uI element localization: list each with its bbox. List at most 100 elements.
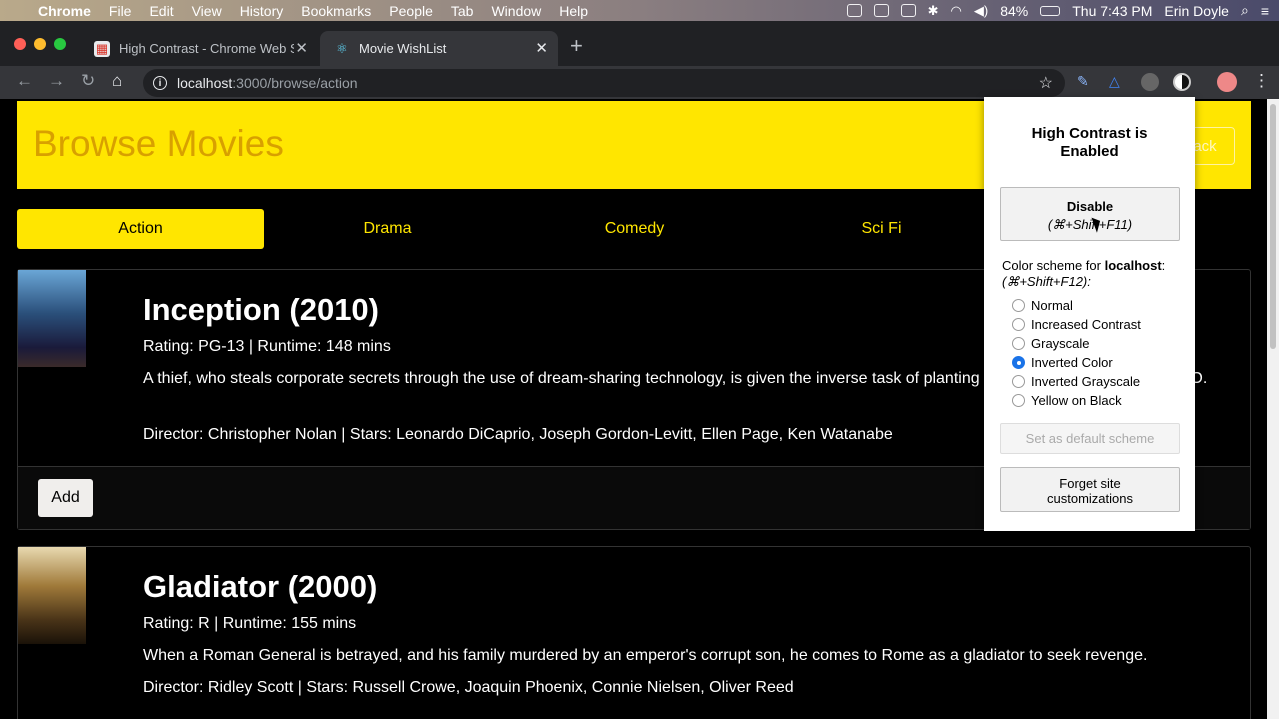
movie-title: Gladiator (2000) [143,569,378,604]
radio-label: Inverted Color [1031,355,1113,370]
radio-circle[interactable] [1012,318,1025,331]
tab-action[interactable]: Action [17,209,264,249]
menu-help[interactable]: Help [559,3,588,19]
high-contrast-popup: High Contrast is Enabled Disable (⌘+Shif… [984,97,1195,531]
scheme-shortcut: (⌘+Shift+F12): [1002,274,1091,289]
tray-display-icon[interactable] [900,4,916,17]
back-arrow-icon[interactable]: ← [16,71,33,91]
page-scrollbar[interactable] [1267,99,1279,719]
scheme-host: localhost [1104,258,1162,273]
menu-edit[interactable]: Edit [149,3,173,19]
set-default-scheme-button[interactable]: Set as default scheme [1000,423,1180,454]
react-icon: ⚛ [336,40,348,56]
radio-label: Inverted Grayscale [1031,374,1141,389]
radio-grayscale[interactable]: Grayscale [1012,336,1090,351]
tab-chrome-web-store[interactable]: ▦ High Contrast - Chrome Web S ✕ [80,31,318,66]
address-bar[interactable]: i localhost:3000/browse/action ☆ [143,69,1065,97]
movie-title: Inception (2010) [143,292,379,327]
minimize-window-button[interactable] [34,38,46,50]
add-button[interactable]: Add [38,479,93,517]
reload-icon[interactable]: ↻ [81,71,95,91]
menu-view[interactable]: View [192,3,222,19]
forget-customizations-button[interactable]: Forget site customizations [1000,467,1180,512]
disable-label: Disable [1066,199,1114,214]
radio-circle[interactable] [1012,394,1025,407]
url-host: localhost [177,75,233,91]
radio-label: Yellow on Black [1031,393,1122,408]
bluetooth-icon[interactable]: ✱ [928,3,939,19]
radio-increased-contrast[interactable]: Increased Contrast [1012,317,1141,332]
movie-poster-inception [18,270,86,367]
notification-center-icon[interactable]: ≡ [1261,3,1269,19]
clock[interactable]: Thu 7:43 PM [1072,3,1152,19]
radio-circle[interactable] [1012,337,1025,350]
tab-sci-fi[interactable]: Sci Fi [758,209,1005,249]
menu-bookmarks[interactable]: Bookmarks [301,3,371,19]
chrome-menu-icon[interactable]: ⋮ [1253,71,1270,91]
movie-card: Gladiator (2000) Rating: R | Runtime: 15… [17,546,1251,719]
browser-tab-strip: ▦ High Contrast - Chrome Web S ✕ ⚛ Movie… [0,21,1279,66]
disable-button[interactable]: Disable (⌘+Shift+F11) [1000,187,1180,241]
eyedropper-extension-icon[interactable]: ✎ [1077,73,1095,91]
new-tab-button[interactable]: + [570,33,583,59]
popup-title: High Contrast is Enabled [1031,125,1148,160]
scheme-label-suffix: : [1161,258,1166,273]
radio-inverted-color[interactable]: Inverted Color [1012,355,1113,370]
tab-title: High Contrast - Chrome Web S [119,41,294,56]
radio-label: Increased Contrast [1031,317,1141,332]
zoom-window-button[interactable] [54,38,66,50]
wifi-icon[interactable]: ◠ [951,3,962,19]
site-info-icon[interactable]: i [153,76,167,90]
movie-poster-gladiator [18,547,86,644]
movie-description: When a Roman General is betrayed, and hi… [143,647,1148,664]
menu-window[interactable]: Window [491,3,541,19]
radio-label: Grayscale [1031,336,1090,351]
menu-file[interactable]: File [109,3,132,19]
movie-credits: Director: Christopher Nolan | Stars: Leo… [143,426,893,443]
tab-comedy[interactable]: Comedy [511,209,758,249]
battery-icon[interactable] [1040,5,1061,16]
tab-movie-wishlist[interactable]: ⚛ Movie WishList ✕ [320,31,558,66]
user-name[interactable]: Erin Doyle [1164,3,1229,19]
tray-app-icon[interactable] [846,4,862,17]
tab-title: Movie WishList [359,41,447,56]
radio-label: Normal [1031,298,1073,313]
close-tab-icon[interactable]: ✕ [295,39,308,57]
menu-app-name[interactable]: Chrome [38,3,91,19]
radio-normal[interactable]: Normal [1012,298,1073,313]
chrome-web-store-icon: ▦ [94,40,110,57]
scheme-label: Color scheme for localhost: (⌘+Shift+F12… [1002,258,1187,290]
movie-rating-runtime: Rating: PG-13 | Runtime: 148 mins [143,338,391,355]
disable-shortcut: (⌘+Shift+F11) [1047,217,1133,232]
menu-people[interactable]: People [389,3,433,19]
drive-extension-icon[interactable]: △ [1109,73,1127,91]
close-tab-icon[interactable]: ✕ [535,39,548,57]
bookmark-star-icon[interactable]: ☆ [1039,73,1053,93]
radio-circle[interactable] [1012,299,1025,312]
radio-circle[interactable] [1012,375,1025,388]
scrollbar-thumb[interactable] [1270,104,1276,349]
page-title: Browse Movies [33,123,284,164]
macos-menubar: Chrome File Edit View History Bookmarks … [0,0,1279,21]
close-window-button[interactable] [14,38,26,50]
menu-tab[interactable]: Tab [451,3,474,19]
url-path: :3000/browse/action [232,75,358,91]
volume-icon[interactable]: ◀) [974,3,988,19]
spotlight-icon[interactable]: ⌕ [1241,2,1249,19]
tray-sync-icon[interactable] [873,4,889,17]
movie-credits: Director: Ridley Scott | Stars: Russell … [143,679,794,696]
movie-rating-runtime: Rating: R | Runtime: 155 mins [143,615,357,632]
high-contrast-extension-icon[interactable] [1173,73,1191,91]
profile-avatar[interactable] [1217,72,1237,92]
browser-toolbar: ← → ↻ ⌂ i localhost:3000/browse/action ☆… [0,66,1279,99]
extension-icon[interactable] [1141,73,1159,91]
menubar-status-area: ✱ ◠ ◀) 84% Thu 7:43 PM Erin Doyle ⌕ ≡ [846,0,1269,21]
home-icon[interactable]: ⌂ [112,71,122,91]
forward-arrow-icon[interactable]: → [48,71,65,91]
menu-history[interactable]: History [240,3,284,19]
radio-yellow-on-black[interactable]: Yellow on Black [1012,393,1122,408]
radio-circle-selected[interactable] [1012,356,1025,369]
battery-percent: 84% [1000,2,1029,19]
tab-drama[interactable]: Drama [264,209,511,249]
radio-inverted-grayscale[interactable]: Inverted Grayscale [1012,374,1140,389]
